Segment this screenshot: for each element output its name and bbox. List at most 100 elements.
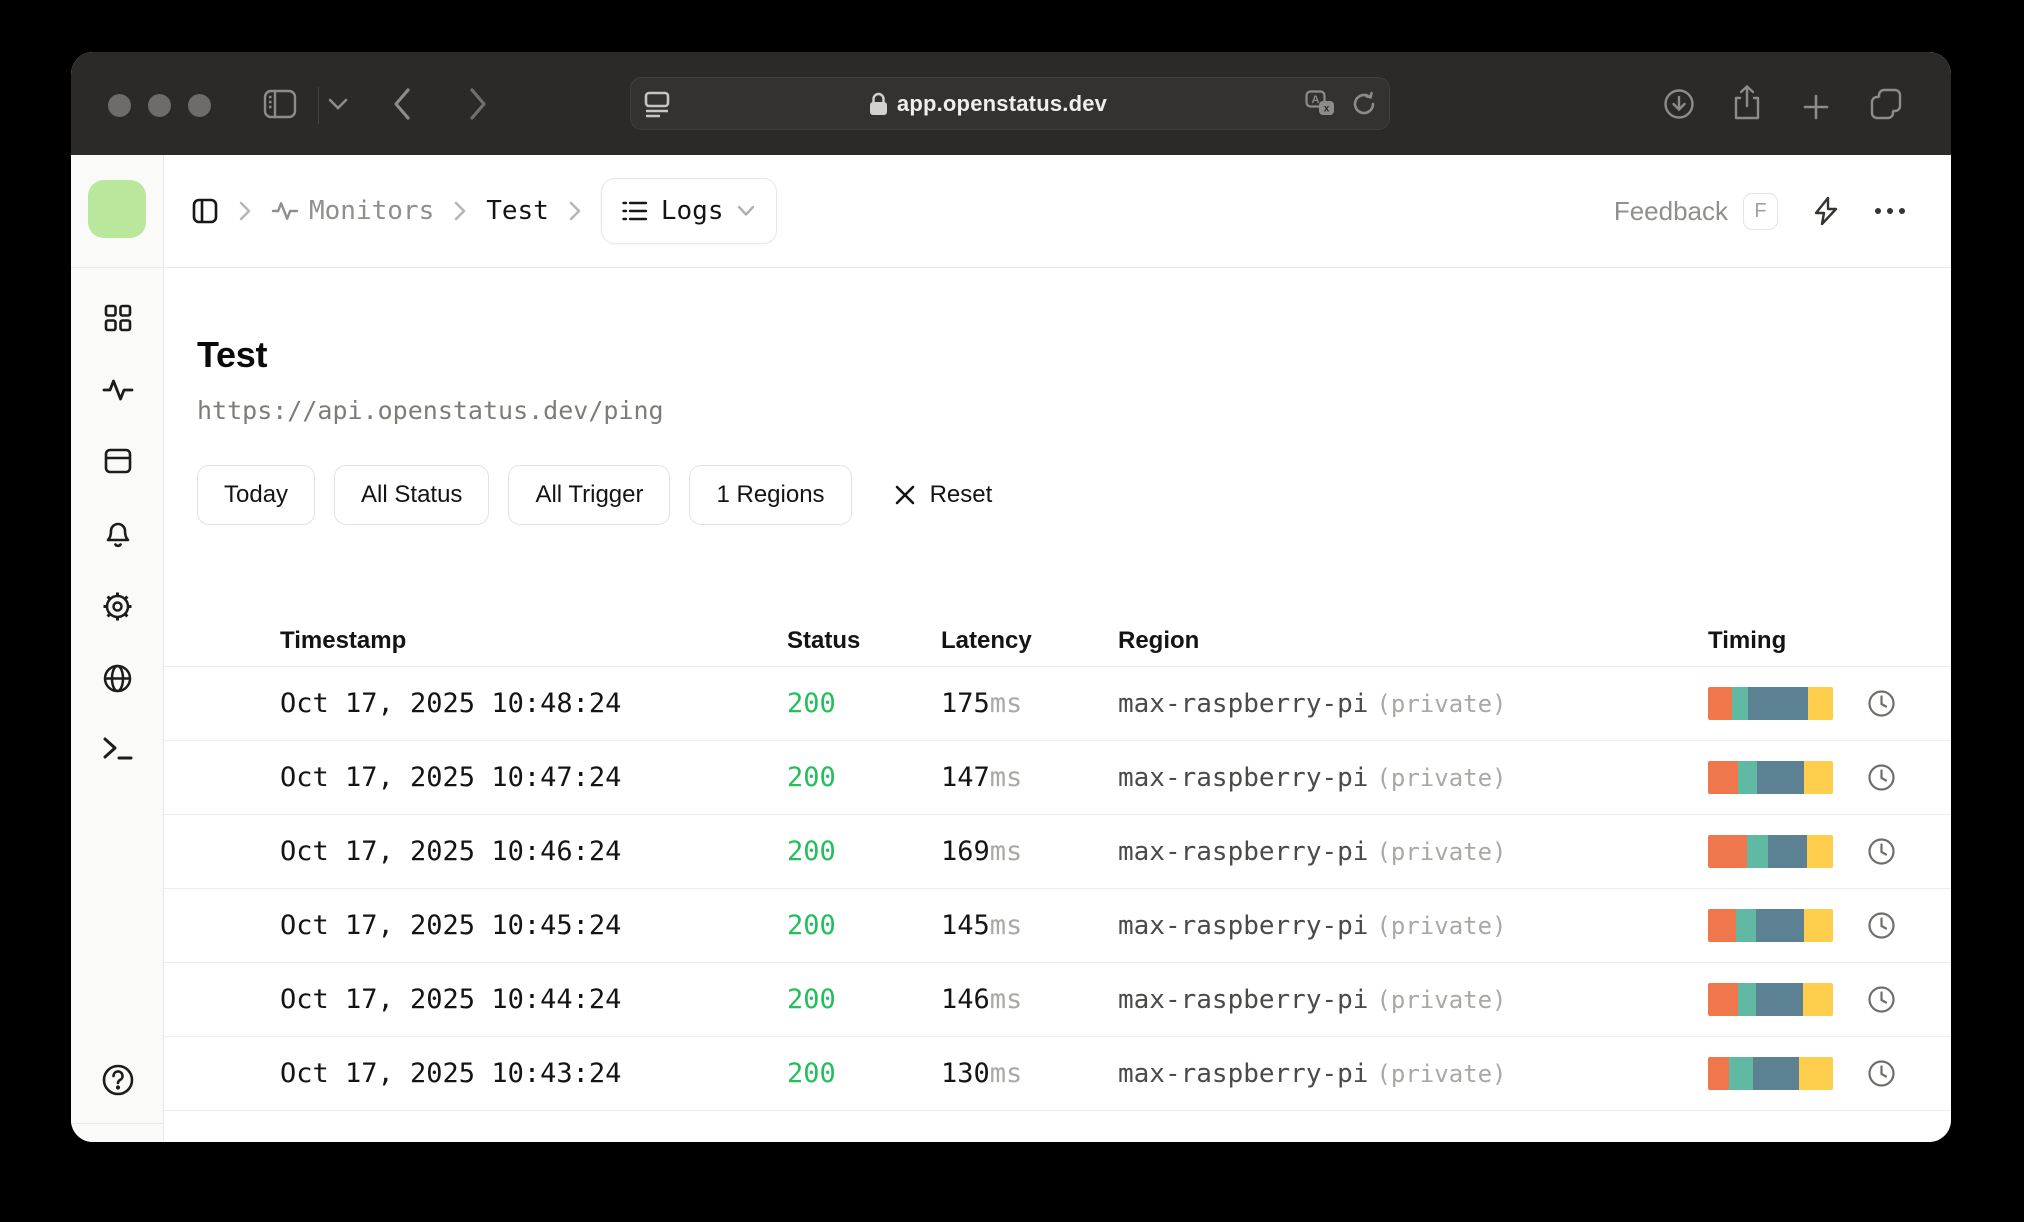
view-selector-button[interactable]: Logs (600, 178, 778, 244)
timing-bar (1708, 983, 1833, 1016)
page-title: Test (197, 334, 268, 375)
clock-icon[interactable] (1867, 689, 1896, 718)
chevron-right-icon (237, 199, 253, 223)
chevron-down-icon (738, 205, 755, 216)
breadcrumb-monitor-name[interactable]: Test (486, 196, 549, 226)
share-icon[interactable] (1732, 84, 1762, 122)
table-header-row: Timestamp Status Latency Region Timing (164, 615, 1951, 667)
clock-icon[interactable] (1867, 911, 1896, 940)
monitors-activity-icon[interactable] (71, 376, 164, 404)
regions-globe-icon[interactable] (71, 663, 164, 694)
log-row[interactable]: Oct 17, 2025 10:45:24 200 145ms max-rasp… (164, 889, 1951, 963)
forward-icon[interactable] (467, 86, 489, 122)
traffic-lights[interactable] (108, 94, 211, 117)
col-timing: Timing (1708, 626, 1787, 654)
log-status-code: 200 (787, 910, 836, 941)
timing-segment-0 (1708, 1057, 1730, 1090)
chevron-right-icon (567, 199, 583, 223)
address-bar[interactable]: app.openstatus.dev Ax (630, 77, 1390, 130)
settings-gear-icon[interactable] (71, 591, 164, 622)
log-row[interactable]: Oct 17, 2025 10:43:24 200 130ms max-rasp… (164, 1037, 1951, 1111)
app-sidebar (71, 155, 164, 1142)
log-timestamp: Oct 17, 2025 10:45:24 (280, 910, 622, 941)
latency-unit: ms (989, 984, 1023, 1015)
timing-segment-1 (1746, 835, 1768, 868)
workspace-logo[interactable] (88, 180, 146, 238)
minimize-window-icon[interactable] (148, 94, 171, 117)
notifications-bell-icon[interactable] (71, 518, 164, 550)
log-timestamp: Oct 17, 2025 10:47:24 (280, 762, 622, 793)
reset-filters-button[interactable]: Reset (893, 481, 992, 509)
log-status-code: 200 (787, 984, 836, 1015)
feedback-shortcut-key: F (1743, 192, 1778, 230)
help-icon[interactable] (71, 1063, 164, 1097)
latency-unit: ms (989, 762, 1023, 793)
timing-segment-1 (1738, 983, 1756, 1016)
page-format-icon[interactable] (643, 89, 671, 119)
filter-button-2[interactable]: All Trigger (508, 465, 671, 525)
close-window-icon[interactable] (108, 94, 131, 117)
address-url[interactable]: app.openstatus.dev (897, 91, 1107, 117)
log-latency: 169ms (941, 836, 1023, 867)
log-region: max-raspberry-pi (private) (1118, 1058, 1507, 1089)
zoom-window-icon[interactable] (188, 94, 211, 117)
log-timestamp: Oct 17, 2025 10:48:24 (280, 688, 622, 719)
reload-icon[interactable] (1351, 90, 1377, 118)
timing-segment-3 (1806, 835, 1833, 868)
panel-toggle-icon[interactable] (191, 197, 219, 225)
svg-text:x: x (1324, 103, 1330, 114)
feedback-button[interactable]: Feedback F (1614, 192, 1778, 230)
cli-terminal-icon[interactable] (71, 736, 164, 762)
downloads-icon[interactable] (1663, 88, 1695, 120)
clock-icon[interactable] (1867, 985, 1896, 1014)
clock-icon[interactable] (1867, 837, 1896, 866)
page-header: Monitors Test Logs Feedback F (164, 155, 1951, 268)
more-options-icon[interactable] (1874, 207, 1906, 215)
col-region: Region (1118, 626, 1200, 654)
col-status: Status (787, 626, 861, 654)
latency-unit: ms (989, 688, 1023, 719)
log-row[interactable]: Oct 17, 2025 10:44:24 200 146ms max-rasp… (164, 963, 1951, 1037)
breadcrumb: Monitors Test Logs (191, 178, 778, 244)
translate-icon[interactable]: Ax (1305, 89, 1335, 118)
filter-button-3[interactable]: 1 Regions (689, 465, 852, 525)
latency-unit: ms (989, 1058, 1023, 1089)
browser-toolbar: app.openstatus.dev Ax (71, 52, 1951, 155)
log-row[interactable]: Oct 17, 2025 10:48:24 200 175ms max-rasp… (164, 667, 1951, 741)
new-tab-icon[interactable] (1802, 93, 1830, 121)
filter-bar: Today All Status All Trigger 1 Regions Rese… (197, 465, 1951, 525)
close-icon (895, 485, 914, 505)
log-row[interactable]: Oct 17, 2025 10:46:24 200 169ms max-rasp… (164, 815, 1951, 889)
latency-unit: ms (989, 910, 1023, 941)
log-region: max-raspberry-pi (private) (1118, 984, 1507, 1015)
timing-segment-2 (1768, 835, 1807, 868)
clock-icon[interactable] (1867, 763, 1896, 792)
back-icon[interactable] (391, 86, 413, 122)
log-region: max-raspberry-pi (private) (1118, 762, 1507, 793)
timing-segment-3 (1803, 983, 1833, 1016)
filter-button-0[interactable]: Today (197, 465, 316, 525)
monitor-endpoint-url: https://api.openstatus.dev/ping (197, 396, 664, 425)
filter-button-1[interactable]: All Status (334, 465, 490, 525)
toolbar-separator (318, 87, 319, 124)
log-latency: 130ms (941, 1058, 1023, 1089)
log-timing (1708, 761, 1920, 794)
status-pages-icon[interactable] (71, 447, 164, 475)
log-row[interactable]: Oct 17, 2025 10:47:24 200 147ms max-rasp… (164, 741, 1951, 815)
browser-window: app.openstatus.dev Ax Monitors Test Logs… (71, 52, 1951, 1142)
timing-bar (1708, 687, 1833, 720)
timing-segment-2 (1755, 983, 1803, 1016)
browser-sidebar-toggle-icon[interactable] (263, 89, 297, 119)
timing-segment-0 (1708, 983, 1738, 1016)
tab-overview-icon[interactable] (1869, 87, 1903, 121)
log-status-code: 200 (787, 1058, 836, 1089)
timing-segment-1 (1731, 687, 1748, 720)
command-lightning-icon[interactable] (1812, 196, 1840, 226)
breadcrumb-monitors[interactable]: Monitors (271, 196, 434, 226)
log-status-code: 200 (787, 688, 836, 719)
sidebar-chevron-down-icon[interactable] (327, 97, 349, 111)
timing-segment-3 (1804, 761, 1833, 794)
dashboard-grid-icon[interactable] (71, 303, 164, 333)
log-timing (1708, 835, 1920, 868)
clock-icon[interactable] (1867, 1059, 1896, 1088)
